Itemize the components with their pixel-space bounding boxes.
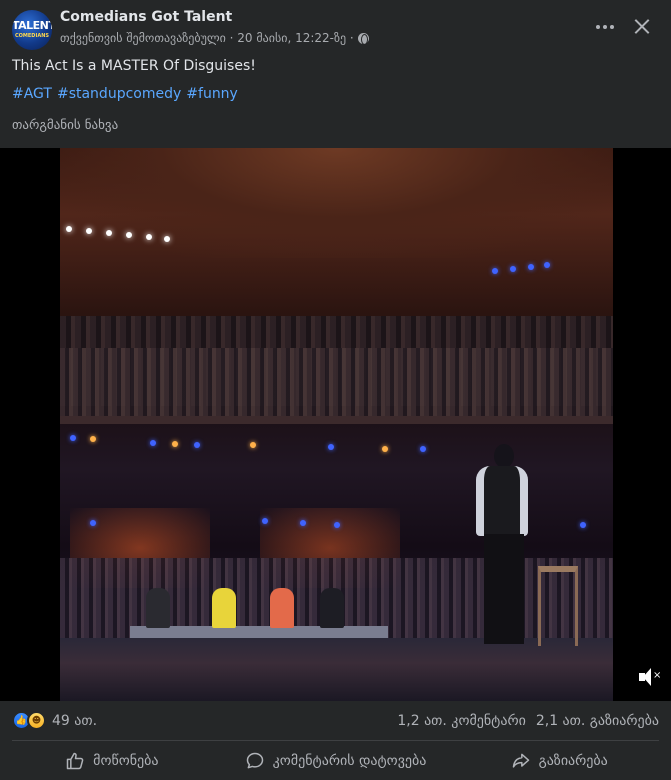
mute-mark: ×: [653, 670, 662, 681]
reactions-summary: 👍 ☻ 49 ათ.: [12, 711, 97, 730]
engagement-stats: 1,2 ათ. კომენტარი 2,1 ათ. გაზიარება: [397, 713, 659, 729]
balcony-rail: [60, 416, 613, 424]
stage-light: [420, 446, 426, 452]
shares-count[interactable]: 2,1 ათ. გაზიარება: [536, 713, 659, 729]
stage-light: [382, 446, 388, 452]
stage-light: [86, 228, 92, 234]
stage-light: [106, 230, 112, 236]
like-label: მოწონება: [93, 753, 159, 769]
page-name-link[interactable]: Comedians Got Talent: [60, 9, 232, 25]
hashtag-list: #AGT #standupcomedy #funny: [12, 86, 238, 102]
page-avatar[interactable]: TALENT COMEDIANS: [12, 10, 52, 50]
stage-light: [492, 268, 498, 274]
post-text: This Act Is a MASTER Of Disguises!: [12, 58, 256, 74]
reaction-icons[interactable]: 👍 ☻: [12, 711, 46, 730]
performer-body: [476, 466, 528, 536]
dot-icon: [610, 25, 614, 29]
stage-light: [172, 441, 178, 447]
stage-light: [528, 264, 534, 270]
stage-light: [90, 436, 96, 442]
action-bar: მოწონება კომენტარის დატოვება გაზიარება: [0, 742, 671, 780]
stage-light: [90, 520, 96, 526]
comment-label: კომენტარის დატოვება: [272, 753, 427, 769]
video-player[interactable]: ×: [0, 148, 671, 701]
theater-ceiling: [60, 148, 613, 258]
speaker-cone: [643, 668, 651, 686]
reaction-count[interactable]: 49 ათ.: [52, 713, 97, 729]
stage-light: [300, 520, 306, 526]
performer-legs: [484, 534, 524, 644]
more-options-button[interactable]: [590, 14, 620, 40]
comment-icon: [246, 752, 263, 769]
stage-light: [194, 442, 200, 448]
stage-light: [126, 232, 132, 238]
stage-light: [164, 236, 170, 242]
stage-light: [544, 262, 550, 268]
hashtag-funny[interactable]: #funny: [186, 86, 238, 102]
share-button[interactable]: გაზიარება: [447, 742, 671, 780]
stage-light: [70, 435, 76, 441]
stage-light: [150, 440, 156, 446]
post-meta: თქვენთვის შემოთავაზებული · 20 მაისი, 12:…: [60, 31, 369, 45]
judge: [212, 588, 236, 628]
share-label: გაზიარება: [538, 753, 608, 769]
close-button[interactable]: [628, 12, 656, 40]
post-card: TALENT COMEDIANS Comedians Got Talent თქ…: [0, 0, 671, 780]
hashtag-standupcomedy[interactable]: #standupcomedy: [57, 86, 181, 102]
speaker-muted-icon[interactable]: ×: [638, 667, 662, 689]
share-icon: [512, 753, 529, 768]
stage-light: [250, 442, 256, 448]
dot-icon: [596, 25, 600, 29]
comments-count[interactable]: 1,2 ათ. კომენტარი: [397, 713, 525, 729]
see-translation-link[interactable]: თარგმანის ნახვა: [12, 118, 118, 133]
hashtag-agt[interactable]: #AGT: [12, 86, 52, 102]
performer-head: [494, 444, 514, 468]
comment-button[interactable]: კომენტარის დატოვება: [224, 742, 448, 780]
avatar-logo-text: TALENT: [12, 19, 52, 32]
stage-light: [66, 226, 72, 232]
lower-balcony: [60, 348, 613, 423]
judge: [146, 588, 170, 628]
stage-light: [334, 522, 340, 528]
judge: [320, 588, 344, 628]
stage-light: [328, 444, 334, 450]
stage-light: [146, 234, 152, 240]
post-meta-text[interactable]: თქვენთვის შემოთავაზებული · 20 მაისი, 12:…: [60, 31, 354, 45]
globe-icon: [357, 32, 369, 45]
stage-light: [580, 522, 586, 528]
video-frame[interactable]: [60, 148, 613, 701]
dot-icon: [603, 25, 607, 29]
divider: [12, 740, 659, 741]
stool: [538, 566, 578, 646]
thumbs-up-icon: [66, 752, 84, 770]
avatar-logo-subtext: COMEDIANS: [15, 33, 49, 39]
haha-reaction-icon: ☻: [27, 711, 46, 730]
like-button[interactable]: მოწონება: [0, 742, 224, 780]
stage-floor: [60, 638, 613, 701]
stage-light: [262, 518, 268, 524]
stage-light: [510, 266, 516, 272]
judge: [270, 588, 294, 628]
